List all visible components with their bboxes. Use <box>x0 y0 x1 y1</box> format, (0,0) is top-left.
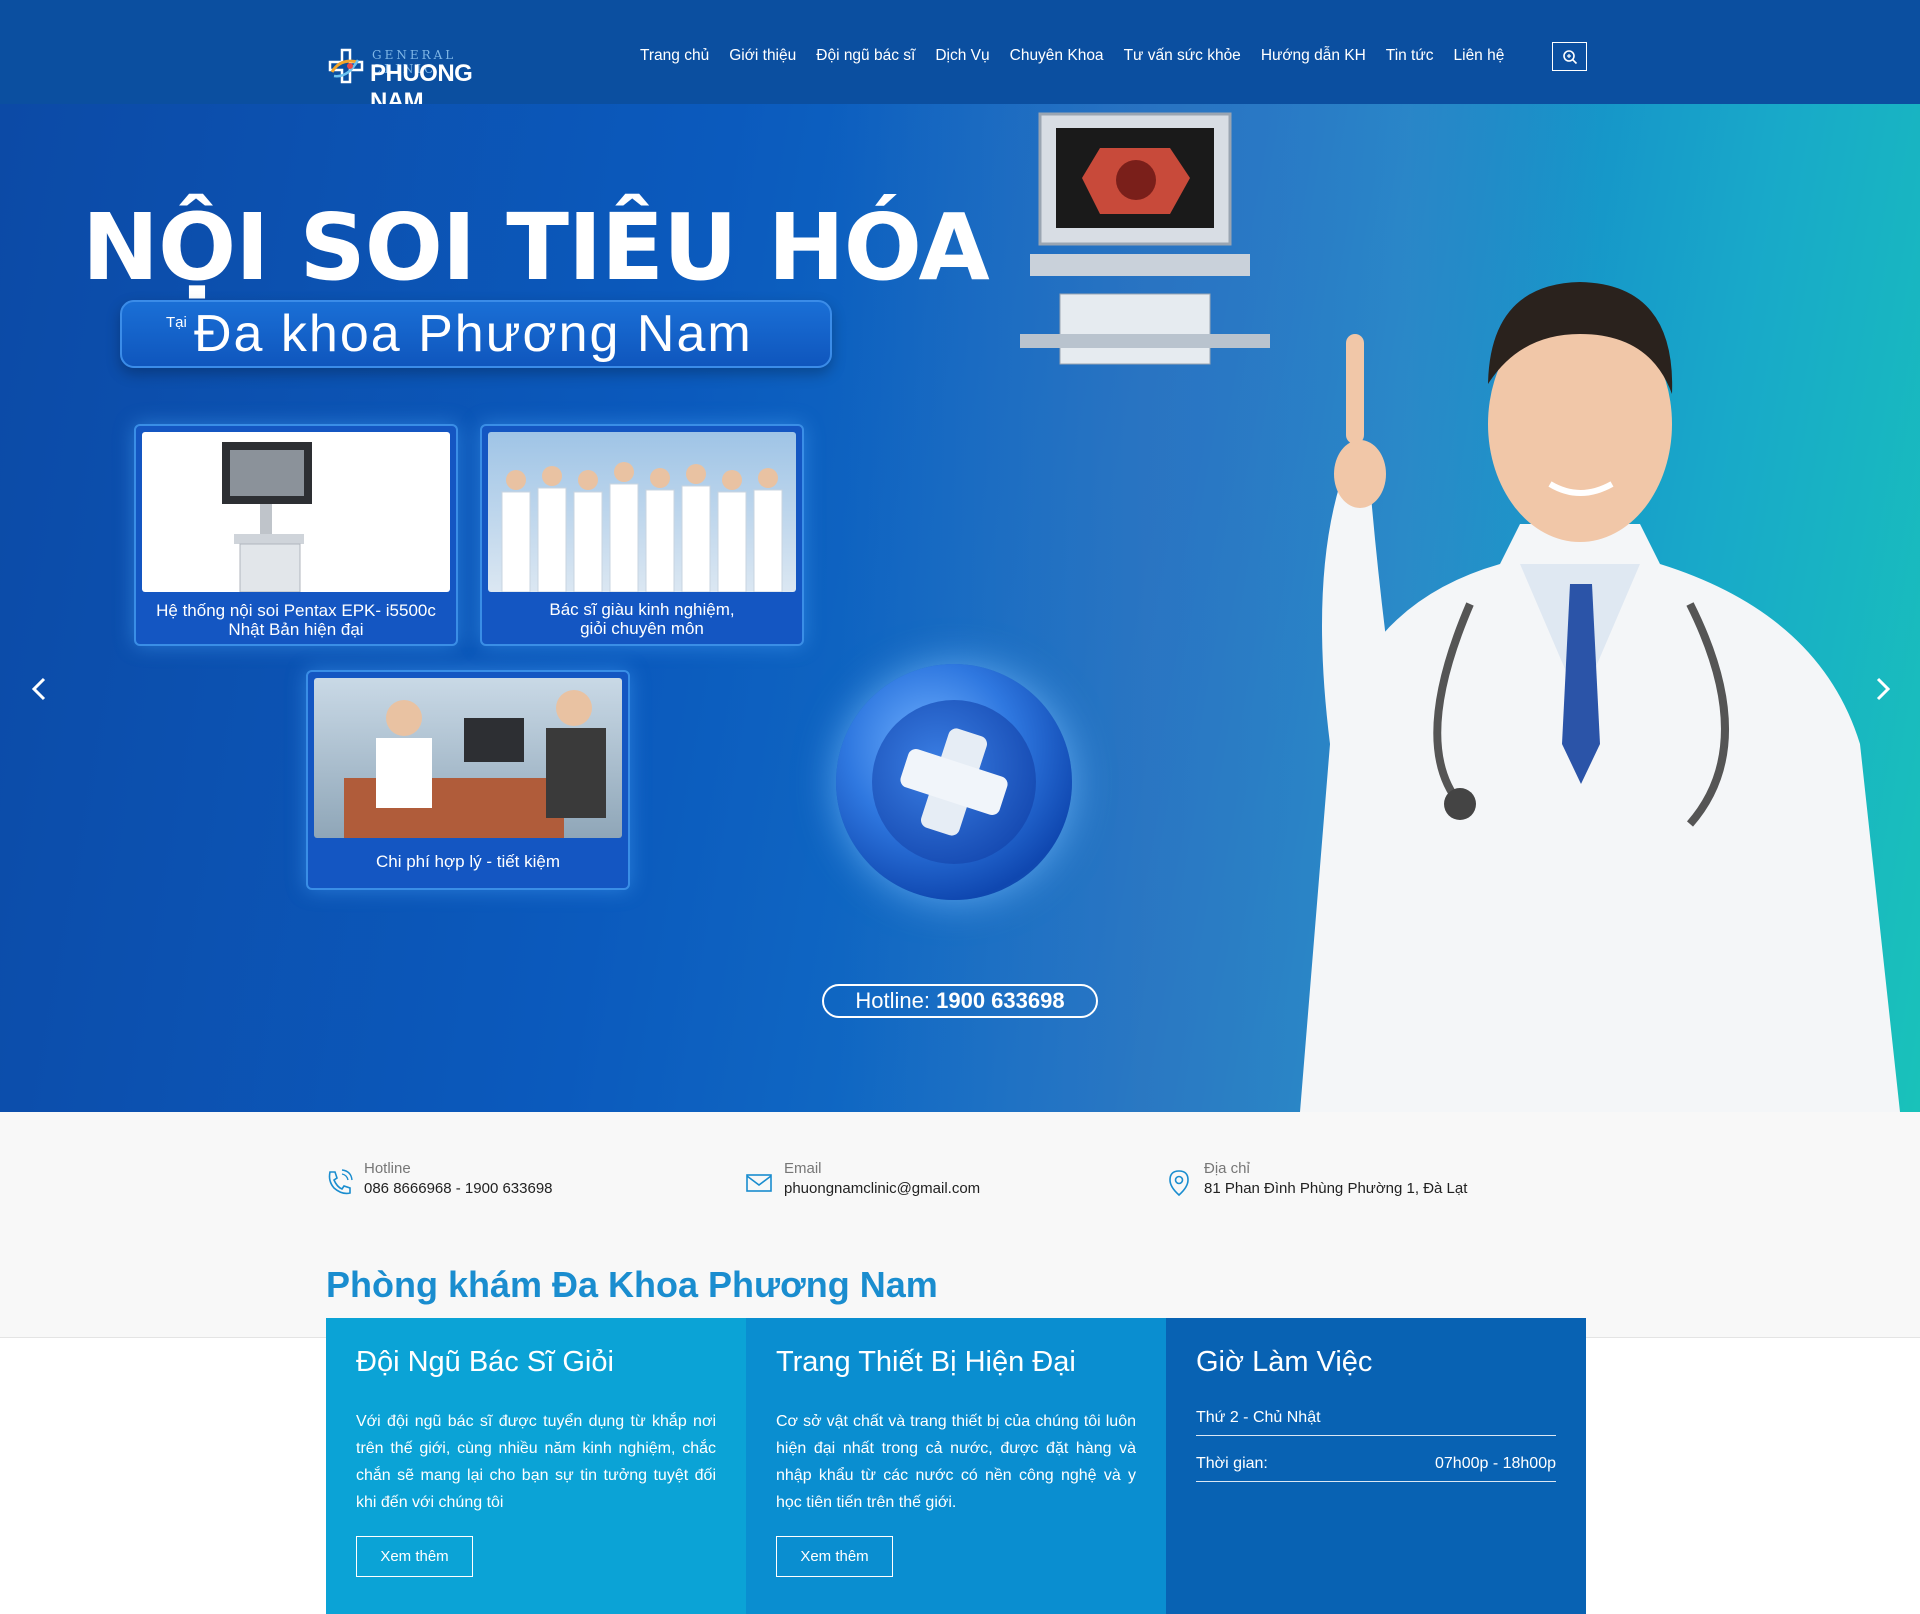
hero-card-equipment: Hệ thống nội soi Pentax EPK- i5500c Nhật… <box>134 424 458 646</box>
hero-slider: NỘI SOI TIÊU HÓA Tại Đa khoa Phương Nam … <box>0 104 1920 1112</box>
card-caption-line2: Nhật Bản hiện đại <box>228 620 364 639</box>
nav-lien-he[interactable]: Liên hệ <box>1444 44 1515 68</box>
doctor-image <box>1300 282 1900 1112</box>
hero-card-doctors: Bác sĩ giàu kinh nghiệm, giỏi chuyên môn <box>480 424 804 646</box>
feature-working-hours: Giờ Làm Việc Thứ 2 - Chủ Nhật Thời gian:… <box>1166 1318 1586 1614</box>
hours-time-label: Thời gian: <box>1196 1455 1268 1472</box>
nav-huong-dan-kh[interactable]: Hướng dẫn KH <box>1251 44 1376 68</box>
card-caption-line1: Hệ thống nội soi Pentax EPK- i5500c <box>156 601 436 620</box>
contact-hotline-value: 086 8666968 - 1900 633698 <box>364 1180 553 1197</box>
feature-doctors: Đội Ngũ Bác Sĩ Giỏi Với đội ngũ bác sĩ đ… <box>326 1318 746 1614</box>
search-button[interactable] <box>1552 42 1587 71</box>
main-nav: Trang chủ Giới thiệu Đội ngũ bác sĩ Dịch… <box>630 44 1514 68</box>
clinic-section-title: Phòng khám Đa Khoa Phương Nam <box>326 1264 938 1305</box>
feature-title: Đội Ngũ Bác Sĩ Giỏi <box>356 1346 614 1378</box>
hero-subtitle-prefix: Tại <box>166 314 187 331</box>
consultation-icon <box>344 690 606 838</box>
chevron-right-icon[interactable] <box>1868 674 1898 704</box>
contact-bar: Hotline 086 8666968 - 1900 633698 Email … <box>0 1112 1920 1338</box>
site-header: GENERAL CLINIC PHUONG NAM Trang chủ Giới… <box>0 0 1920 115</box>
card-caption-line1: Chi phí hợp lý - tiết kiệm <box>375 852 561 871</box>
contact-email-value: phuongnamclinic@gmail.com <box>784 1180 981 1197</box>
hours-time-row: Thời gian: 07h00p - 18h00p <box>1196 1446 1556 1482</box>
card-caption-line2: giỏi chuyên môn <box>580 619 704 638</box>
hero-subtitle: Đa khoa Phương Nam <box>194 305 753 363</box>
chevron-left-icon[interactable] <box>24 674 54 704</box>
contact-email-label: Email <box>784 1160 822 1177</box>
feature-title: Giờ Làm Việc <box>1196 1346 1373 1378</box>
feature-title: Trang Thiết Bị Hiện Đại <box>776 1346 1076 1378</box>
nav-chuyen-khoa[interactable]: Chuyên Khoa <box>1000 44 1114 68</box>
map-pin-icon <box>1169 1170 1189 1197</box>
medical-cross-orb-icon <box>836 664 1072 900</box>
nav-doi-ngu-bac-si[interactable]: Đội ngũ bác sĩ <box>806 44 925 68</box>
hours-days-row: Thứ 2 - Chủ Nhật <box>1196 1400 1556 1436</box>
hero-title: NỘI SOI TIÊU HÓA <box>82 194 990 301</box>
nav-tu-van-suc-khoe[interactable]: Tư vấn sức khỏe <box>1114 44 1251 68</box>
logo[interactable]: GENERAL CLINIC PHUONG NAM <box>326 44 526 115</box>
search-icon <box>1562 49 1577 64</box>
card-image-consultation <box>314 678 622 838</box>
feature-description: Cơ sở vật chất và trang thiết bị của chú… <box>776 1413 1136 1511</box>
nav-tin-tuc[interactable]: Tin tức <box>1376 44 1444 68</box>
doctor-team-icon <box>501 462 783 592</box>
see-more-button[interactable]: Xem thêm <box>356 1536 473 1577</box>
nav-trang-chu[interactable]: Trang chủ <box>630 44 719 68</box>
endoscope-tower-icon <box>222 442 312 592</box>
hours-time-value: 07h00p - 18h00p <box>1435 1455 1556 1472</box>
nav-dich-vu[interactable]: Dịch Vụ <box>925 44 999 68</box>
mail-icon <box>746 1174 772 1192</box>
nav-gioi-thieu[interactable]: Giới thiệu <box>719 44 806 68</box>
hero-hotline-number: 1900 633698 <box>936 988 1065 1013</box>
feature-equipment: Trang Thiết Bị Hiện Đại Cơ sở vật chất v… <box>746 1318 1166 1614</box>
hero-subtitle-pill: Tại Đa khoa Phương Nam <box>120 300 832 368</box>
contact-address-label: Địa chỉ <box>1204 1160 1250 1177</box>
card-caption-line1: Bác sĩ giàu kinh nghiệm, <box>549 600 735 619</box>
hero-hotline[interactable]: Hotline: 1900 633698 <box>822 984 1098 1018</box>
see-more-button[interactable]: Xem thêm <box>776 1536 893 1577</box>
logo-mark-icon <box>328 48 364 84</box>
hours-days-label: Thứ 2 - Chủ Nhật <box>1196 1409 1321 1426</box>
hero-hotline-label: Hotline: <box>855 988 930 1013</box>
contact-address-value: 81 Phan Đình Phùng Phường 1, Đà Lạt <box>1204 1180 1468 1197</box>
card-image-doctors <box>488 432 796 592</box>
contact-hotline-label: Hotline <box>364 1160 411 1177</box>
card-image-equipment <box>142 432 450 592</box>
feature-description: Với đội ngũ bác sĩ được tuyển dụng từ kh… <box>356 1413 716 1511</box>
phone-icon <box>328 1169 353 1195</box>
hero-card-cost: Chi phí hợp lý - tiết kiệm <box>306 670 630 890</box>
